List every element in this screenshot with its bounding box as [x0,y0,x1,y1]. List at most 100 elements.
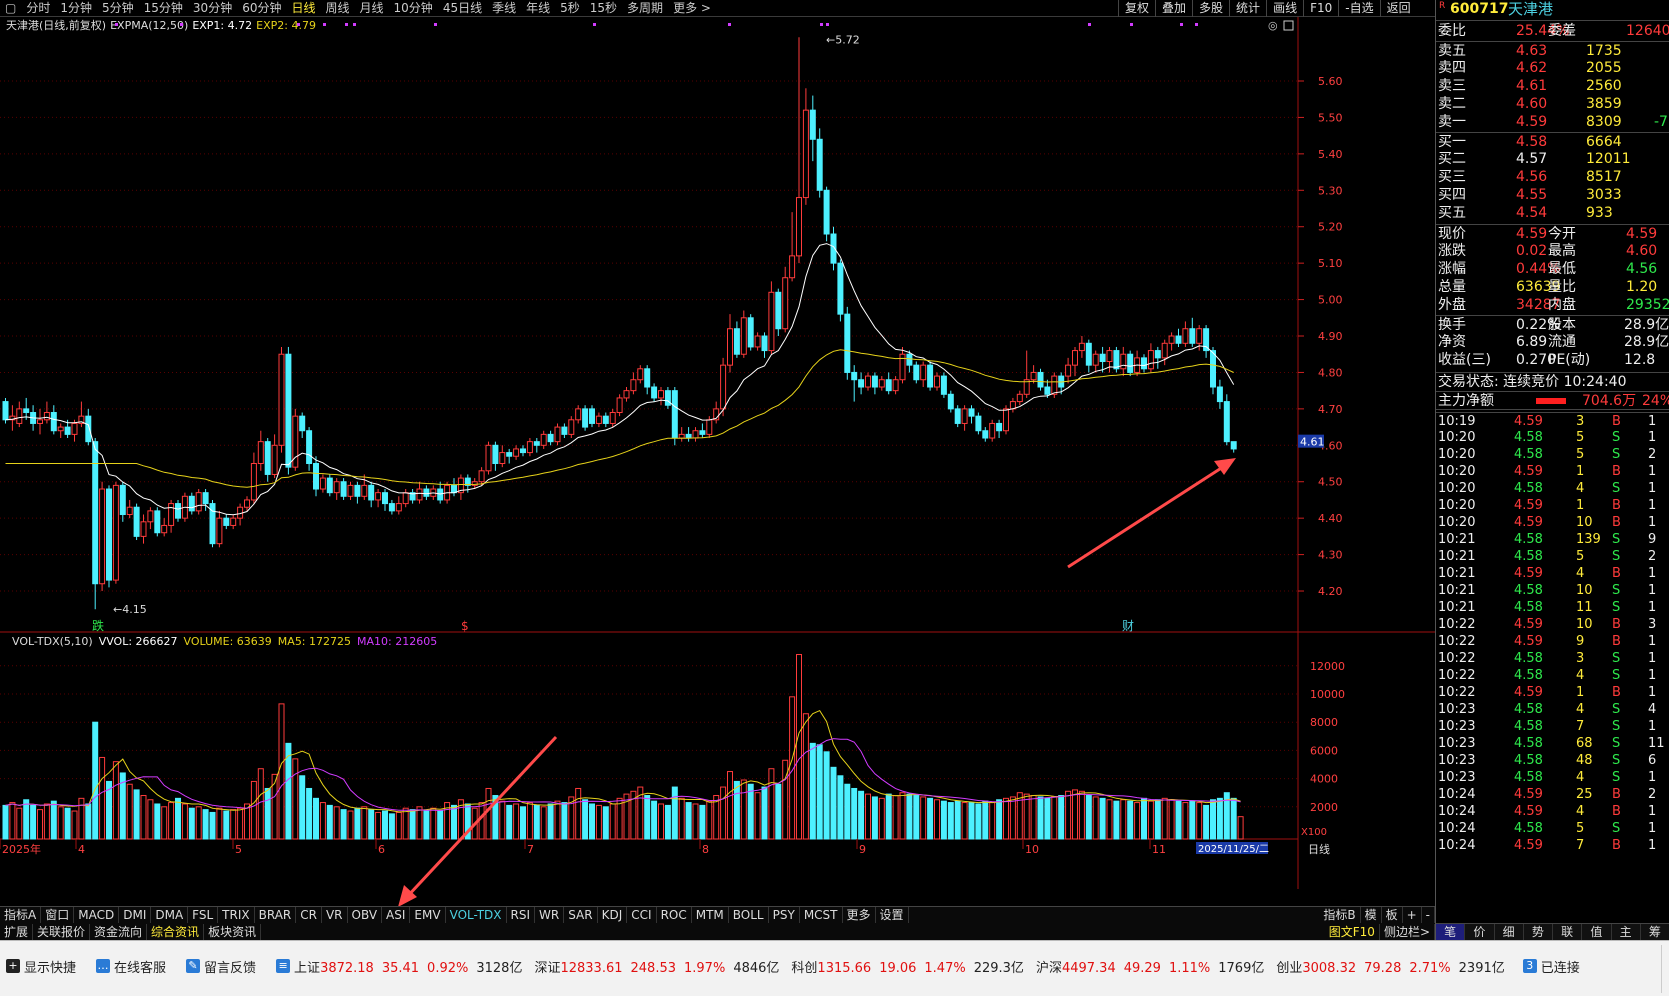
period-tab-12[interactable]: 年线 [521,0,555,16]
right-tab-5[interactable]: 值 [1582,924,1612,940]
indicator-tab-6[interactable]: TRIX [218,907,255,923]
extra-right-1[interactable]: 侧边栏> [1380,923,1435,940]
volume-bar [209,811,216,840]
right-tab-6[interactable]: 主 [1612,924,1641,940]
indicator-tab-19[interactable]: ROC [657,907,692,923]
event-marker[interactable]: $ [461,619,469,633]
period-tab-7[interactable]: 周线 [321,0,355,16]
volume-bar [1141,797,1147,840]
indicator-tab-16[interactable]: SAR [564,907,598,923]
period-tab-2[interactable]: 5分钟 [97,0,139,16]
status-button-1[interactable]: … 在线客服 [90,957,166,976]
period-tab-14[interactable]: 15秒 [585,0,622,16]
indicator-tab-22[interactable]: PSY [769,907,800,923]
candle [64,426,71,435]
list-icon[interactable]: ≡ [276,959,291,973]
indicator-tab-18[interactable]: CCI [627,907,657,923]
period-tab-11[interactable]: 季线 [487,0,521,16]
period-tab-3[interactable]: 15分钟 [139,0,188,16]
right-tab-4[interactable]: 联 [1553,924,1583,940]
tick-row: 10:24 4.58 5 S 1 [1436,820,1669,838]
toolbar-right-5[interactable]: F10 [1303,0,1338,17]
extra-tab-2[interactable]: 资金流向 [90,923,148,940]
right-tab-3[interactable]: 势 [1524,924,1553,940]
indicator-right-4[interactable]: - [1422,907,1435,923]
order-ratio-row: 委比 25.44% 委差 12640 [1438,23,1669,39]
extra-tab-1[interactable]: 关联报价 [33,923,91,940]
extra-right-0[interactable]: 图文F10 [1325,923,1380,940]
period-tab-1[interactable]: 1分钟 [55,0,97,16]
period-tab-10[interactable]: 45日线 [438,0,487,16]
indicator-tab-20[interactable]: MTM [692,907,729,923]
indicator-right-3[interactable]: + [1403,907,1422,923]
period-tab-0[interactable]: 分时 [21,0,55,16]
toolbar-right-4[interactable]: 画线 [1266,0,1303,17]
toolbar-right-7[interactable]: 返回 [1379,0,1417,17]
indicator-tab-21[interactable]: BOLL [729,907,769,923]
period-tab-15[interactable]: 多周期 [622,0,668,16]
settings-icon[interactable]: ◎ [1268,19,1278,32]
indicator-tab-23[interactable]: MCST [800,907,843,923]
indicator-tab-0[interactable]: 指标A [0,907,42,923]
event-marker[interactable]: 跌 [92,618,104,633]
connection-status[interactable]: 3 已连接 [1517,957,1580,976]
indicator-tab-15[interactable]: WR [535,907,565,923]
indicator-tab-10[interactable]: OBV [348,907,383,923]
candle [264,441,271,475]
indicator-tab-3[interactable]: DMI [119,907,152,923]
indicator-tab-24[interactable]: 更多 [843,907,876,923]
toolbar-right-6[interactable]: -自选 [1338,0,1379,17]
toolbar-right-1[interactable]: 叠加 [1155,0,1192,17]
indicator-tab-25[interactable]: 设置 [876,907,909,923]
indicator-tab-7[interactable]: BRAR [255,907,297,923]
resize-grip[interactable] [1661,945,1667,993]
indicator-tab-8[interactable]: CR [296,907,322,923]
index-quote-0[interactable]: 上证3872.18 35.41 0.92% 3128亿 [294,957,522,976]
toolbar-right-2[interactable]: 多股 [1192,0,1229,17]
indicator-tab-4[interactable]: DMA [151,907,189,923]
kline-chart[interactable]: 5.60 5.50 5.40 5.30 5.20 5.10 5.00 4.90 4.80 4.70… [0,17,1435,906]
indicator-tab-2[interactable]: MACD [74,907,120,923]
toolbar-right-0[interactable]: 复权 [1118,0,1155,17]
indicator-tab-11[interactable]: ASI [382,907,411,923]
indicator-tab-9[interactable]: VR [322,907,348,923]
right-tab-7[interactable]: 筹 [1641,924,1669,940]
indicator-tab-17[interactable]: KDJ [598,907,628,923]
period-tab-9[interactable]: 10分钟 [389,0,438,16]
index-pct: 1.11% [1168,960,1211,976]
status-button-2[interactable]: ✎ 留言反馈 [180,957,256,976]
indicator-right-2[interactable]: 板 [1382,907,1403,923]
period-tab-16[interactable]: 更多 > [668,0,716,16]
status-button-0[interactable]: + 显示快捷 [0,957,76,976]
period-tab-4[interactable]: 30分钟 [188,0,237,16]
indicator-tab-12[interactable]: EMV [410,907,446,923]
candle [375,492,382,501]
period-tab-8[interactable]: 月线 [355,0,389,16]
indicator-tab-13[interactable]: VOL-TDX [446,907,507,923]
right-tab-1[interactable]: 价 [1465,924,1495,940]
right-tab-0[interactable]: 笔 [1436,924,1466,940]
period-tab-13[interactable]: 5秒 [555,0,585,16]
tick-volume: 139 [1576,532,1601,547]
candle [451,484,457,494]
indicator-tab-5[interactable]: FSL [188,907,219,923]
toolbar-menu-icon[interactable]: ▢ [0,0,21,16]
indicator-tab-14[interactable]: RSI [507,907,536,923]
period-tab-6[interactable]: 日线 [286,0,320,16]
index-quote-1[interactable]: 深证12833.61 248.53 1.97% 4846亿 [534,957,779,976]
extra-tab-0[interactable]: 扩展 [0,923,34,940]
period-tab-5[interactable]: 60分钟 [237,0,286,16]
indicator-tab-1[interactable]: 窗口 [41,907,75,923]
indicator-right-1[interactable]: 模 [1361,907,1382,923]
tick-row: 10:24 4.59 7 B 1 [1436,837,1669,855]
toolbar-right-3[interactable]: 统计 [1229,0,1266,17]
index-quote-3[interactable]: 沪深4497.34 49.29 1.11% 1769亿 [1036,957,1264,976]
event-marker[interactable]: 财 [1122,619,1134,633]
extra-tab-4[interactable]: 板块资讯 [204,923,262,940]
index-quote-4[interactable]: 创业3008.32 79.28 2.71% 2391亿 [1276,957,1504,976]
right-tab-2[interactable]: 细 [1495,924,1524,940]
index-quote-2[interactable]: 科创1315.66 19.06 1.47% 229.3亿 [791,957,1024,976]
extra-tab-3[interactable]: 综合资讯 [147,923,205,940]
indicator-right-0[interactable]: 指标B [1319,907,1361,923]
level-volume: 2560 [1586,78,1622,94]
